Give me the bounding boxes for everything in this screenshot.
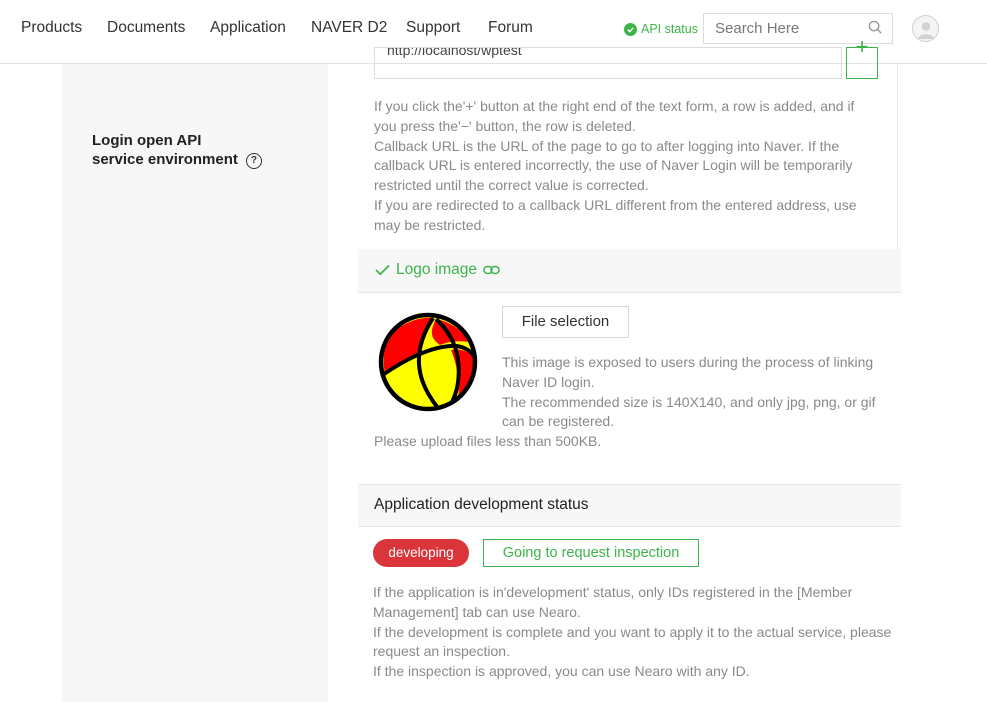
api-status-link[interactable]: API status bbox=[624, 22, 698, 36]
panel-divider bbox=[897, 64, 898, 249]
status-help-text: If the application is in'development' st… bbox=[373, 583, 893, 682]
add-row-button[interactable]: + bbox=[846, 34, 878, 79]
check-icon bbox=[375, 264, 390, 276]
logo-preview-image bbox=[378, 312, 478, 419]
nav-item-documents[interactable]: Documents bbox=[107, 19, 185, 37]
status-badge: developing bbox=[373, 539, 469, 567]
user-avatar-icon[interactable] bbox=[912, 15, 939, 42]
callback-help-line: If you click the'+' button at the right … bbox=[374, 98, 855, 134]
status-help-line: If the development is complete and you w… bbox=[373, 623, 892, 660]
logo-image-header: Logo image bbox=[358, 249, 901, 293]
check-circle-icon bbox=[624, 22, 637, 36]
nav-item-naver-d2[interactable]: NAVER D2 bbox=[311, 19, 387, 37]
search-icon[interactable] bbox=[868, 20, 883, 40]
section-label-line1: Login open API bbox=[92, 132, 202, 149]
api-status-label: API status bbox=[641, 22, 698, 36]
callback-help-line: Callback URL is the URL of the page to g… bbox=[374, 137, 853, 194]
file-selection-button[interactable]: File selection bbox=[502, 306, 629, 338]
section-label: Login open API service environment? bbox=[92, 131, 292, 169]
logo-help-line: The recommended size is 140X140, and onl… bbox=[502, 393, 876, 430]
logo-help-text: This image is exposed to users during th… bbox=[502, 353, 897, 432]
section-label-line2: service environment bbox=[92, 151, 238, 168]
request-inspection-button[interactable]: Going to request inspection bbox=[483, 539, 699, 567]
development-status-title: Application development status bbox=[374, 496, 589, 513]
logo-size-note: Please upload files less than 500KB. bbox=[374, 433, 602, 449]
logo-image-title[interactable]: Logo image bbox=[375, 261, 500, 279]
status-help-line: If the application is in'development' st… bbox=[373, 584, 853, 620]
link-icon[interactable] bbox=[483, 264, 500, 276]
development-status-header: Application development status bbox=[358, 484, 901, 527]
logo-image-title-label: Logo image bbox=[396, 261, 478, 278]
callback-url-input[interactable]: http://localhost/wptest bbox=[374, 47, 842, 79]
nav-item-forum[interactable]: Forum bbox=[488, 19, 533, 37]
search-input[interactable] bbox=[704, 14, 864, 43]
logo-help-line: This image is exposed to users during th… bbox=[502, 354, 874, 390]
form-label-column: Login open API service environment? bbox=[62, 64, 328, 702]
nav-item-products[interactable]: Products bbox=[21, 19, 82, 37]
nav-item-application[interactable]: Application bbox=[210, 19, 286, 37]
status-help-line: If the inspection is approved, you can u… bbox=[373, 663, 750, 680]
callback-help-text: If you click the'+' button at the right … bbox=[374, 97, 879, 236]
help-icon[interactable]: ? bbox=[245, 152, 262, 169]
nav-item-support[interactable]: Support bbox=[406, 19, 460, 37]
callback-url-value: http://localhost/wptest bbox=[387, 47, 522, 58]
callback-help-line: If you are redirected to a callback URL … bbox=[374, 196, 857, 233]
